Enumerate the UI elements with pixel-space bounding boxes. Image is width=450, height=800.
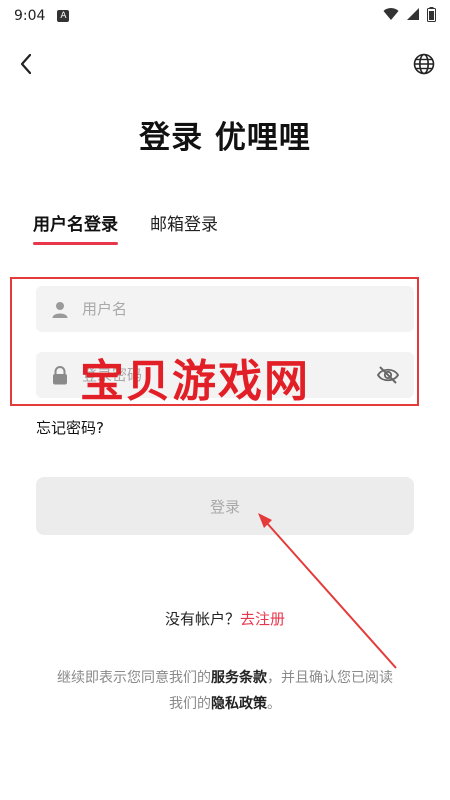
terms-part1: 继续即表示您同意我们的 [57, 670, 211, 686]
terms-part2: ，并且确认您已阅读 [267, 670, 393, 686]
back-button[interactable] [12, 52, 40, 80]
signup-link[interactable]: 去注册 [240, 610, 285, 628]
page-title: 登录 优哩哩 [139, 120, 311, 156]
password-field[interactable] [36, 352, 414, 398]
battery-icon [427, 6, 436, 26]
login-button[interactable]: 登录 [36, 477, 414, 535]
status-bar: 9:04 A [0, 0, 450, 32]
globe-icon [413, 53, 435, 79]
tab-username-login[interactable]: 用户名登录 [33, 210, 118, 245]
wifi-icon [383, 7, 399, 25]
username-field[interactable] [36, 286, 414, 332]
signup-row: 没有帐户？去注册 [0, 608, 450, 629]
notification-badge-icon: A [57, 10, 70, 22]
tab-email-login[interactable]: 邮箱登录 [150, 210, 218, 245]
lock-icon [50, 365, 70, 385]
signal-icon [406, 7, 420, 25]
terms-part3: 我们的 [169, 696, 211, 712]
chevron-left-icon [19, 53, 33, 79]
terms-part4: 。 [267, 696, 281, 712]
password-input[interactable] [80, 365, 376, 385]
language-button[interactable] [410, 52, 438, 80]
login-tabs: 用户名登录 邮箱登录 [33, 210, 218, 245]
user-icon [50, 299, 70, 319]
terms-text: 继续即表示您同意我们的服务条款，并且确认您已阅读 我们的隐私政策。 [0, 665, 450, 717]
eye-off-icon[interactable] [376, 363, 400, 387]
username-input[interactable] [80, 299, 414, 319]
service-terms-link[interactable]: 服务条款 [211, 670, 267, 686]
privacy-policy-link[interactable]: 隐私政策 [211, 696, 267, 712]
signup-prompt: 没有帐户？ [164, 610, 240, 628]
forgot-password-link[interactable]: 忘记密码? [36, 417, 104, 438]
status-time: 9:04 [14, 8, 46, 24]
